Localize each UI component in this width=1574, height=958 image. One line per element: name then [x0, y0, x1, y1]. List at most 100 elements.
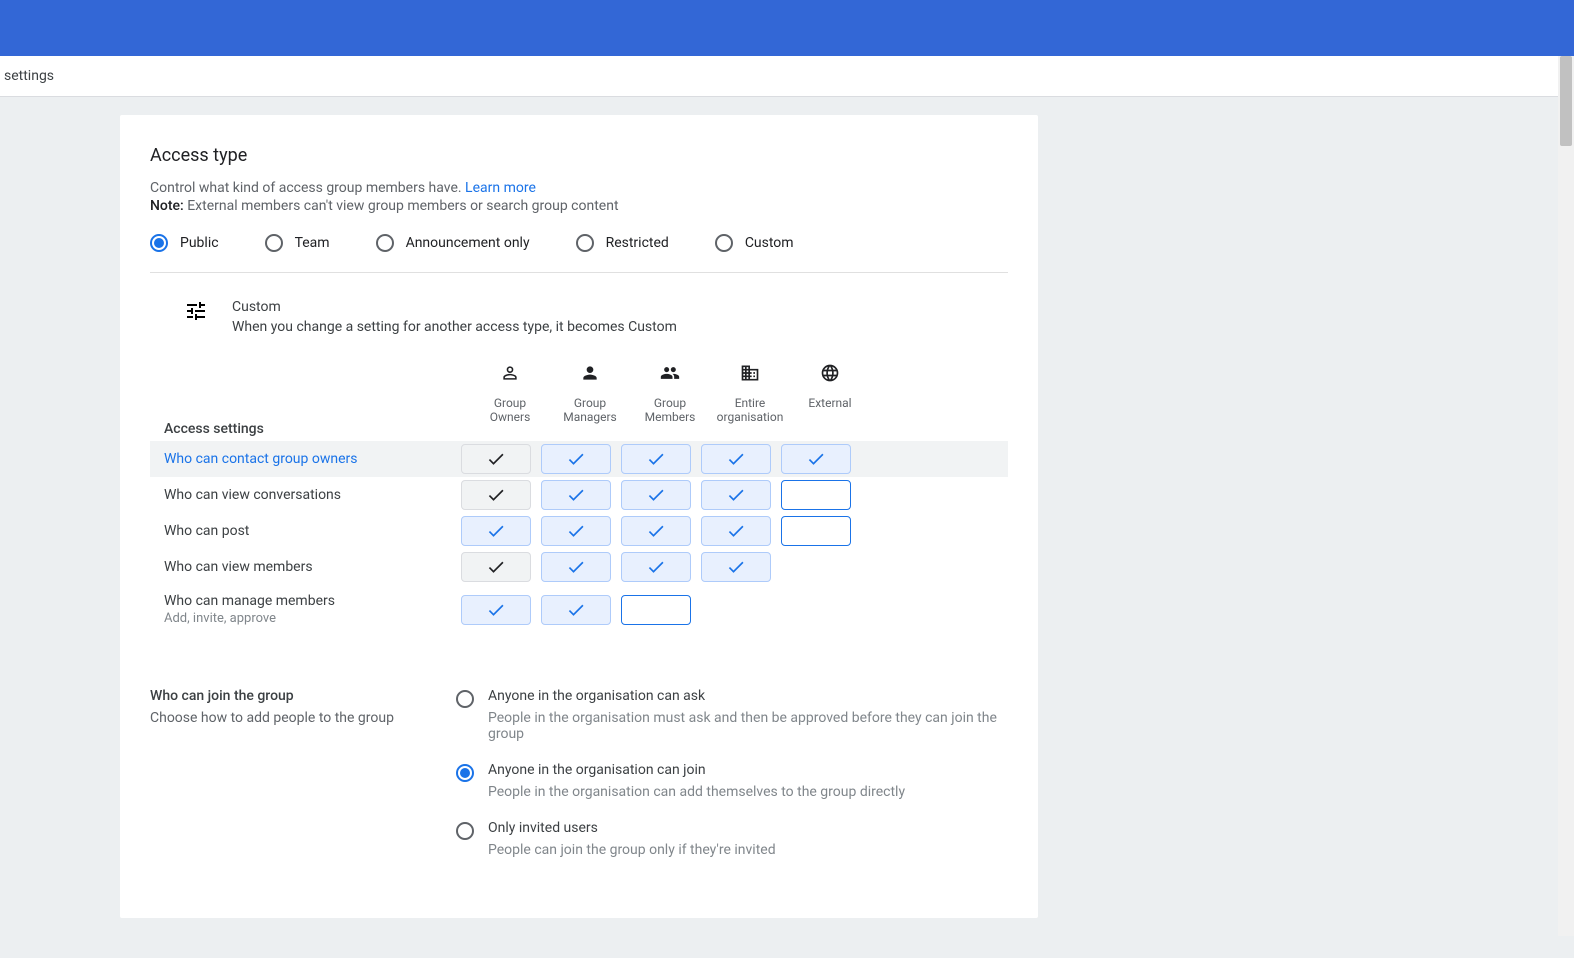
access-type-custom[interactable]: Custom — [715, 234, 794, 252]
learn-more-link[interactable]: Learn more — [465, 180, 536, 196]
column-header-members: GroupMembers — [630, 363, 710, 441]
column-label: Entireorganisation — [717, 396, 784, 424]
join-section: Who can join the group Choose how to add… — [150, 688, 1008, 878]
access-type-label: Public — [180, 235, 219, 251]
column-label: GroupOwners — [490, 396, 531, 424]
note-text: External members can't view group member… — [184, 198, 619, 214]
column-header-org: Entireorganisation — [710, 363, 790, 441]
join-subtitle: Choose how to add people to the group — [150, 710, 400, 726]
check-icon — [646, 485, 666, 505]
permission-toggle[interactable] — [541, 480, 611, 510]
check-icon — [806, 449, 826, 469]
access-settings-label: Access settings — [150, 363, 470, 441]
tune-icon — [184, 299, 208, 327]
check-icon — [486, 521, 506, 541]
custom-info-row: Custom When you change a setting for ano… — [150, 273, 1008, 345]
access-row-label[interactable]: Who can view members — [150, 551, 456, 583]
people-icon — [660, 363, 680, 396]
access-type-announcement[interactable]: Announcement only — [376, 234, 530, 252]
access-matrix: Access settings GroupOwners GroupManagers… — [150, 363, 1008, 634]
radio-checked-icon — [150, 234, 168, 252]
check-icon — [566, 557, 586, 577]
scrollbar[interactable] — [1558, 56, 1574, 936]
breadcrumb-bar: settings — [0, 56, 1574, 97]
custom-sub: When you change a setting for another ac… — [232, 319, 677, 335]
permission-toggle[interactable] — [541, 595, 611, 625]
access-row: Who can post — [150, 513, 1008, 549]
check-icon — [566, 600, 586, 620]
access-type-label: Restricted — [606, 235, 669, 251]
permission-toggle[interactable] — [461, 516, 531, 546]
radio-unchecked-icon — [376, 234, 394, 252]
permission-toggle[interactable] — [781, 516, 851, 546]
access-row-label[interactable]: Who can manage membersAdd, invite, appro… — [150, 585, 456, 634]
access-row: Who can view members — [150, 549, 1008, 585]
permission-toggle[interactable] — [461, 480, 531, 510]
permission-toggle[interactable] — [621, 595, 691, 625]
scroll-thumb[interactable] — [1560, 56, 1572, 146]
check-icon — [486, 449, 506, 469]
permission-toggle[interactable] — [701, 552, 771, 582]
column-header-owners: GroupOwners — [470, 363, 550, 441]
access-row: Who can contact group owners — [150, 441, 1008, 477]
join-option[interactable]: Anyone in the organisation can askPeople… — [456, 688, 1008, 742]
permission-toggle[interactable] — [781, 480, 851, 510]
check-icon — [646, 557, 666, 577]
section-description: Control what kind of access group member… — [150, 180, 1008, 196]
org-icon — [740, 363, 760, 396]
access-type-label: Announcement only — [406, 235, 530, 251]
radio-unchecked-icon — [456, 690, 474, 708]
permission-toggle[interactable] — [781, 444, 851, 474]
check-icon — [566, 521, 586, 541]
radio-unchecked-icon — [265, 234, 283, 252]
join-option[interactable]: Only invited users People can join the gr… — [456, 820, 1008, 858]
column-label: GroupMembers — [645, 396, 696, 424]
radio-checked-icon — [456, 764, 474, 782]
join-option-label: Anyone in the organisation can ask — [488, 688, 1008, 704]
access-row-sublabel: Add, invite, approve — [164, 611, 456, 626]
permission-toggle[interactable] — [541, 444, 611, 474]
access-row-label[interactable]: Who can contact group owners — [150, 443, 456, 475]
radio-unchecked-icon — [456, 822, 474, 840]
check-icon — [646, 449, 666, 469]
settings-card: Access type Control what kind of access … — [120, 115, 1038, 918]
check-icon — [486, 557, 506, 577]
permission-toggle[interactable] — [461, 444, 531, 474]
join-title: Who can join the group — [150, 688, 400, 704]
permission-toggle[interactable] — [621, 444, 691, 474]
person-icon — [580, 363, 600, 396]
access-row-label[interactable]: Who can view conversations — [150, 479, 456, 511]
check-icon — [726, 521, 746, 541]
permission-toggle[interactable] — [621, 480, 691, 510]
description-text: Control what kind of access group member… — [150, 180, 462, 196]
check-icon — [486, 485, 506, 505]
join-option[interactable]: Anyone in the organisation can joinPeopl… — [456, 762, 1008, 800]
join-option-sub: People in the organisation can add thems… — [488, 784, 905, 800]
check-icon — [726, 485, 746, 505]
permission-toggle[interactable] — [621, 552, 691, 582]
permission-toggle[interactable] — [701, 444, 771, 474]
permission-toggle[interactable] — [541, 516, 611, 546]
access-row-label[interactable]: Who can post — [150, 515, 456, 547]
permission-toggle[interactable] — [701, 516, 771, 546]
column-header-external: External — [790, 363, 870, 441]
join-option-label: Only invited users — [488, 820, 776, 836]
access-type-public[interactable]: Public — [150, 234, 219, 252]
column-header-managers: GroupManagers — [550, 363, 630, 441]
globe-icon — [820, 363, 840, 396]
access-type-team[interactable]: Team — [265, 234, 330, 252]
permission-toggle[interactable] — [461, 552, 531, 582]
permission-toggle[interactable] — [461, 595, 531, 625]
access-type-radio-group: Public Team Announcement only Restricted Cus… — [150, 234, 1008, 273]
check-icon — [566, 449, 586, 469]
column-label: External — [808, 396, 851, 410]
app-header — [0, 0, 1574, 56]
access-row: Who can view conversations — [150, 477, 1008, 513]
permission-toggle[interactable] — [701, 480, 771, 510]
radio-unchecked-icon — [715, 234, 733, 252]
permission-toggle[interactable] — [541, 552, 611, 582]
join-option-sub: People can join the group only if they'r… — [488, 842, 776, 858]
permission-toggle[interactable] — [621, 516, 691, 546]
check-icon — [726, 557, 746, 577]
access-type-restricted[interactable]: Restricted — [576, 234, 669, 252]
